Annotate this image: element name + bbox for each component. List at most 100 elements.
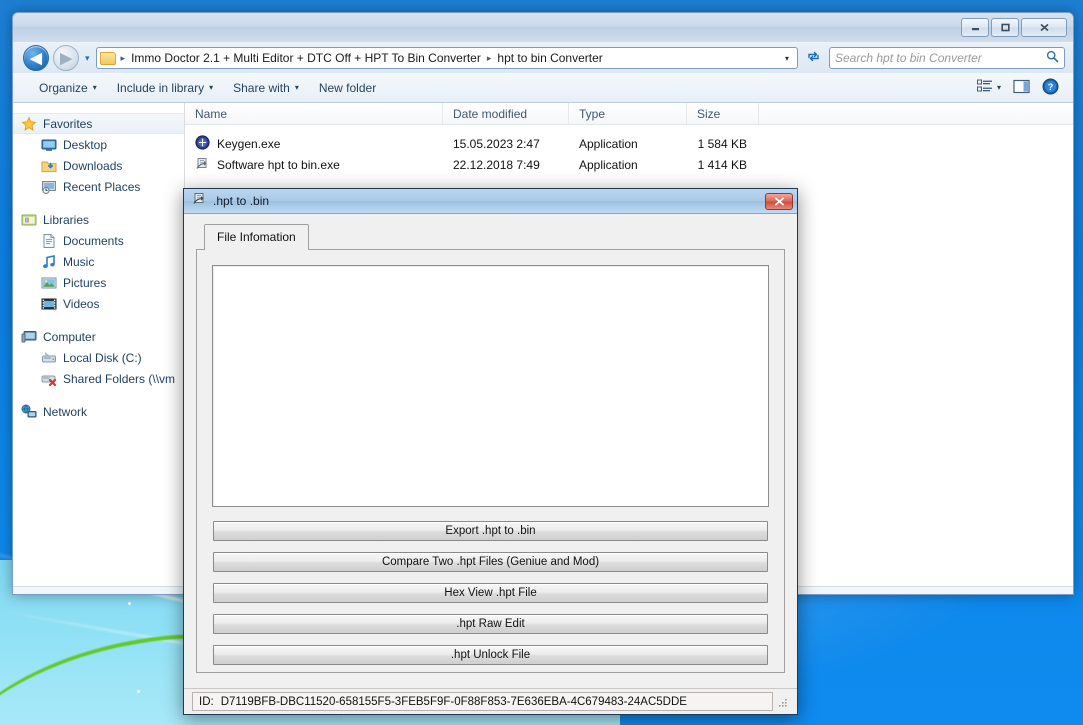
desktop-icon: [41, 137, 57, 153]
search-input[interactable]: Search hpt to bin Converter: [835, 51, 1046, 65]
minimize-button[interactable]: [961, 18, 989, 37]
sidebar-item-libraries[interactable]: Libraries: [13, 209, 184, 230]
command-toolbar: Organize ▾ Include in library ▾ Share wi…: [13, 73, 1073, 103]
network-icon: [21, 404, 37, 420]
new-folder-button[interactable]: New folder: [309, 77, 386, 99]
organize-button[interactable]: Organize ▾: [29, 77, 107, 99]
breadcrumb-item-root[interactable]: Immo Doctor 2.1 + Multi Editor + DTC Off…: [128, 50, 484, 66]
column-header-date-modified[interactable]: Date modified: [443, 103, 569, 125]
id-field: ID: D7119BFB-DBC11520-658155F5-3FEB5F9F-…: [192, 692, 773, 711]
sidebar-label: Computer: [43, 330, 96, 344]
file-name-cell[interactable]: Keygen.exe: [185, 135, 443, 153]
export-hpt-to-bin-button[interactable]: Export .hpt to .bin: [213, 521, 768, 541]
recent-pages-icon[interactable]: ▾: [83, 53, 92, 64]
sidebar-gap: [13, 314, 184, 326]
include-in-library-button[interactable]: Include in library ▾: [107, 77, 223, 99]
navigation-pane: Favorites Desktop Downloads Recent Place…: [13, 103, 185, 586]
videos-icon: [41, 296, 57, 312]
chevron-down-icon: ▾: [295, 83, 299, 92]
id-label: ID:: [199, 696, 214, 708]
table-row[interactable]: Software hpt to bin.exe 22.12.2018 7:49 …: [185, 154, 1073, 175]
computer-icon: [21, 329, 37, 345]
desktop-sparkle: [137, 690, 140, 693]
tab-file-information[interactable]: File Infomation: [204, 224, 309, 250]
app-icon: [192, 191, 207, 211]
file-name-cell[interactable]: Software hpt to bin.exe: [185, 156, 443, 174]
dialog-body: File Infomation Export .hpt to .bin Comp…: [184, 214, 797, 678]
libraries-icon: [21, 212, 37, 228]
sidebar-item-computer[interactable]: Computer: [13, 326, 184, 347]
search-box[interactable]: Search hpt to bin Converter: [829, 47, 1065, 69]
back-arrow-icon: ◀: [30, 51, 42, 66]
folder-icon: [23, 595, 69, 596]
sidebar-item-shared-folders[interactable]: Shared Folders (\\vm: [13, 368, 184, 389]
chevron-down-icon[interactable]: ▾: [780, 54, 794, 63]
sidebar-item-desktop[interactable]: Desktop: [13, 134, 184, 155]
column-header-size[interactable]: Size: [687, 103, 759, 125]
close-button[interactable]: [1021, 18, 1067, 37]
sidebar-item-videos[interactable]: Videos: [13, 293, 184, 314]
refresh-icon[interactable]: [802, 49, 825, 67]
navigation-bar: ◀ ▶ ▾ ▸ Immo Doctor 2.1 + Multi Editor +…: [13, 43, 1073, 73]
sidebar-item-local-disk[interactable]: Local Disk (C:): [13, 347, 184, 368]
file-name-label: Software hpt to bin.exe: [217, 158, 340, 172]
id-value: D7119BFB-DBC11520-658155F5-3FEB5F9F-0F88…: [221, 696, 687, 708]
sidebar-item-pictures[interactable]: Pictures: [13, 272, 184, 293]
table-row[interactable]: Keygen.exe 15.05.2023 2:47 Application 1…: [185, 133, 1073, 154]
sidebar-label: Libraries: [43, 213, 89, 227]
sidebar-label: Downloads: [63, 159, 122, 173]
back-button[interactable]: ◀: [23, 45, 49, 71]
tab-strip: File Infomation: [204, 224, 785, 249]
documents-icon: [41, 233, 57, 249]
forward-button[interactable]: ▶: [53, 45, 79, 71]
breadcrumb-item-current[interactable]: hpt to bin Converter: [494, 50, 605, 66]
hpt-raw-edit-button[interactable]: .hpt Raw Edit: [213, 614, 768, 634]
address-bar[interactable]: ▸ Immo Doctor 2.1 + Multi Editor + DTC O…: [96, 47, 798, 69]
sidebar-item-network[interactable]: Network: [13, 401, 184, 422]
file-type-cell: Application: [569, 158, 687, 172]
sidebar-item-documents[interactable]: Documents: [13, 230, 184, 251]
local-disk-icon: [41, 350, 57, 366]
keygen-app-icon: [195, 135, 210, 153]
compare-two-hpt-files-button[interactable]: Compare Two .hpt Files (Geniue and Mod): [213, 552, 768, 572]
hex-view-hpt-file-button[interactable]: Hex View .hpt File: [213, 583, 768, 603]
downloads-icon: [41, 158, 57, 174]
desktop-sparkle: [128, 602, 131, 605]
sidebar-label: Pictures: [63, 276, 106, 290]
explorer-titlebar[interactable]: [13, 13, 1073, 43]
dialog-titlebar[interactable]: .hpt to .bin: [184, 189, 797, 214]
preview-pane-button[interactable]: [1007, 76, 1036, 100]
file-size-cell: 1 584 KB: [687, 137, 759, 151]
change-view-button[interactable]: ▾: [971, 76, 1007, 99]
sidebar-item-music[interactable]: Music: [13, 251, 184, 272]
help-button[interactable]: ?: [1036, 75, 1065, 101]
resize-grip-icon[interactable]: [777, 696, 789, 708]
hpt-unlock-file-button[interactable]: .hpt Unlock File: [213, 645, 768, 665]
column-header-name[interactable]: Name: [185, 103, 443, 125]
sidebar-item-downloads[interactable]: Downloads: [13, 155, 184, 176]
dialog-title-label: .hpt to .bin: [207, 194, 765, 208]
sidebar-label: Recent Places: [63, 180, 140, 194]
column-headers: Name Date modified Type Size: [185, 103, 1073, 125]
file-date-cell: 22.12.2018 7:49: [443, 158, 569, 172]
sidebar-label: Documents: [63, 234, 124, 248]
sidebar-label: Music: [63, 255, 94, 269]
file-type-cell: Application: [569, 137, 687, 151]
sidebar-item-favorites[interactable]: Favorites: [13, 113, 184, 134]
tab-label: File Infomation: [217, 230, 296, 244]
chevron-down-icon: ▾: [93, 83, 97, 92]
include-in-library-label: Include in library: [117, 81, 204, 95]
column-header-type[interactable]: Type: [569, 103, 687, 125]
window-controls: [961, 18, 1067, 37]
sidebar-gap: [13, 389, 184, 401]
preview-pane-icon: [1013, 79, 1030, 97]
sidebar-item-recent-places[interactable]: Recent Places: [13, 176, 184, 197]
share-with-button[interactable]: Share with ▾: [223, 77, 309, 99]
maximize-button[interactable]: [991, 18, 1019, 37]
column-header-filler: [759, 103, 1073, 125]
file-date-cell: 15.05.2023 2:47: [443, 137, 569, 151]
dialog-close-button[interactable]: [765, 193, 793, 210]
file-information-listbox[interactable]: [212, 265, 769, 507]
chevron-down-icon: ▾: [997, 83, 1001, 92]
pictures-icon: [41, 275, 57, 291]
